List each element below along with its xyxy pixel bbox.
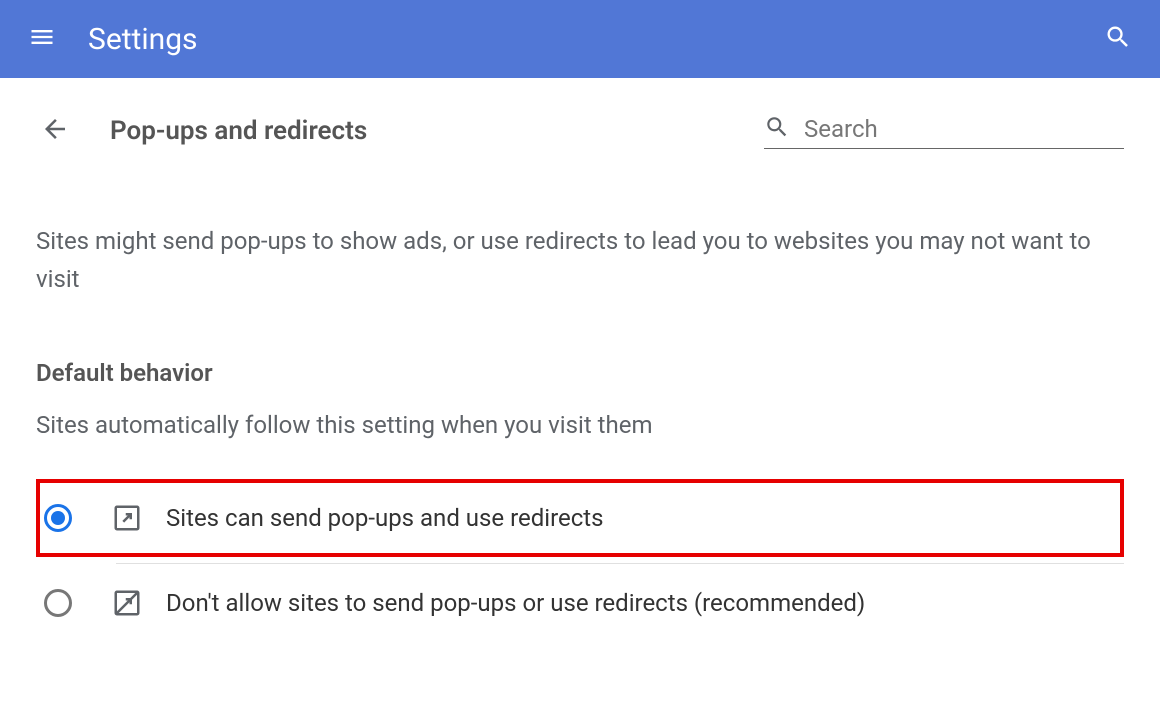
content: Pop-ups and redirects Sites might send p… bbox=[0, 78, 1160, 674]
app-bar: Settings bbox=[0, 0, 1160, 78]
back-button[interactable] bbox=[36, 110, 74, 152]
page-description: Sites might send pop-ups to show ads, or… bbox=[36, 222, 1096, 299]
search-icon bbox=[764, 114, 790, 144]
radio-button[interactable] bbox=[44, 589, 72, 617]
section-subtitle: Sites automatically follow this setting … bbox=[36, 411, 1124, 439]
section-title: Default behavior bbox=[36, 359, 1124, 387]
search-icon bbox=[1104, 40, 1132, 55]
hamburger-icon bbox=[28, 23, 56, 55]
radio-option-block[interactable]: Don't allow sites to send pop-ups or use… bbox=[36, 564, 1124, 642]
header-search-button[interactable] bbox=[1096, 15, 1140, 63]
popup-open-icon bbox=[112, 503, 142, 533]
arrow-left-icon bbox=[40, 114, 70, 148]
radio-option-label: Don't allow sites to send pop-ups or use… bbox=[166, 589, 865, 617]
radio-option-allow[interactable]: Sites can send pop-ups and use redirects bbox=[36, 479, 1124, 557]
radio-dot bbox=[51, 511, 65, 525]
subheader: Pop-ups and redirects bbox=[36, 110, 1124, 152]
subheader-left: Pop-ups and redirects bbox=[36, 110, 367, 152]
app-title: Settings bbox=[88, 22, 1096, 57]
page-title: Pop-ups and redirects bbox=[110, 116, 367, 146]
radio-button[interactable] bbox=[44, 504, 72, 532]
search-field[interactable] bbox=[764, 114, 1124, 149]
search-input[interactable] bbox=[804, 115, 1124, 143]
popup-blocked-icon bbox=[112, 588, 142, 618]
menu-button[interactable] bbox=[20, 15, 64, 63]
radio-option-label: Sites can send pop-ups and use redirects bbox=[166, 504, 604, 532]
